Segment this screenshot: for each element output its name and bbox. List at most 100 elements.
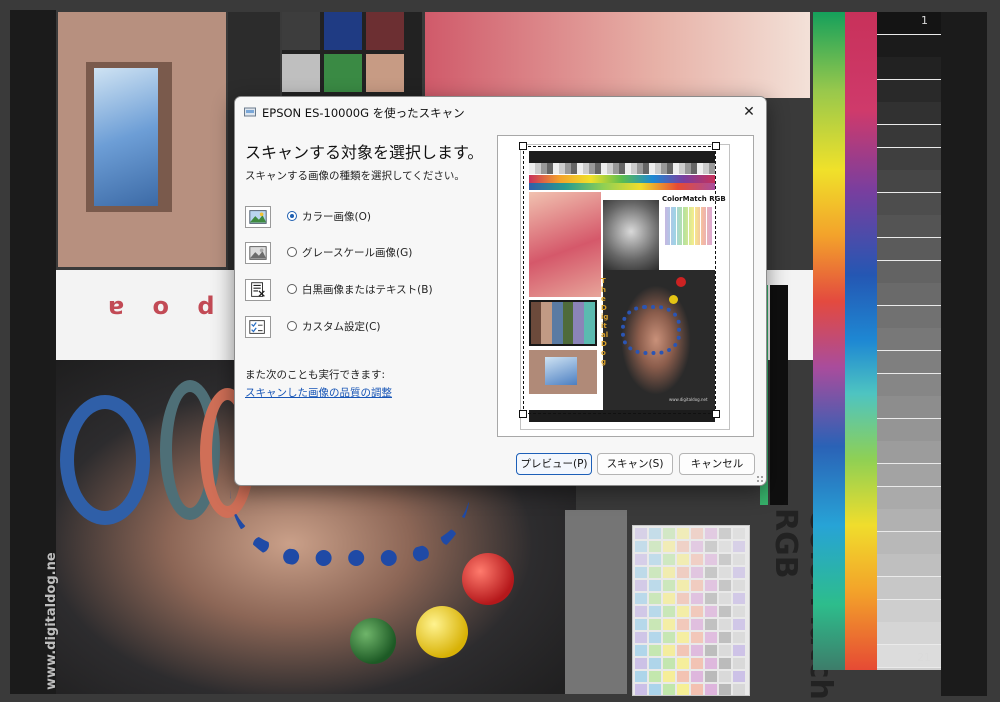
grid-cell xyxy=(733,554,745,565)
grid-cell xyxy=(649,606,661,617)
grid-cell xyxy=(663,580,675,591)
grid-cell xyxy=(719,541,731,552)
gray-ramp-cell xyxy=(877,12,941,35)
grid-cell xyxy=(719,528,731,539)
scan-button[interactable]: スキャン(S) xyxy=(597,453,673,475)
grid-cell xyxy=(663,541,675,552)
red-ball xyxy=(462,553,514,605)
grid-cell xyxy=(691,619,703,630)
grid-cell xyxy=(635,593,647,604)
grid-cell xyxy=(705,528,717,539)
grid-cell xyxy=(663,619,675,630)
grid-cell xyxy=(677,528,689,539)
grid-cell xyxy=(635,658,647,669)
color-radio[interactable] xyxy=(287,211,297,221)
grid-cell xyxy=(649,580,661,591)
option-grayscale[interactable]: グレースケール画像(G) xyxy=(245,242,465,268)
gray-ramp-cell xyxy=(877,396,941,420)
grayscale-photo-icon xyxy=(245,242,271,264)
color-grid-patch xyxy=(632,525,750,696)
grid-cell xyxy=(663,671,675,682)
grid-cell xyxy=(733,541,745,552)
gray-ramp-cell xyxy=(877,577,941,600)
grid-cell xyxy=(635,632,647,643)
preview-button[interactable]: プレビュー(P) xyxy=(516,453,592,475)
grid-cell xyxy=(677,645,689,656)
gray-ramp-cell xyxy=(877,147,941,171)
gray-ramp-cell xyxy=(877,305,941,329)
resize-grip[interactable] xyxy=(756,475,764,483)
grid-cell xyxy=(663,554,675,565)
gray-ramp-cell xyxy=(877,102,941,126)
grayscale-radio[interactable] xyxy=(287,247,297,257)
grid-cell xyxy=(635,580,647,591)
grid-cell xyxy=(663,606,675,617)
gray-ramp-cell xyxy=(877,79,941,103)
crop-handle-top-left[interactable] xyxy=(519,142,527,150)
grid-cell xyxy=(719,658,731,669)
grid-cell xyxy=(733,593,745,604)
gray-ramp-cell xyxy=(877,260,941,284)
grid-cell xyxy=(733,567,745,578)
gray-ramp-cell xyxy=(877,464,941,487)
grid-cell xyxy=(691,671,703,682)
grid-cell xyxy=(635,528,647,539)
custom-radio[interactable] xyxy=(287,321,297,331)
gray-ramp-cell xyxy=(877,192,941,216)
grid-cell xyxy=(719,645,731,656)
black-white-radio[interactable] xyxy=(287,284,297,294)
grid-cell xyxy=(649,671,661,682)
grid-cell xyxy=(719,619,731,630)
grid-cell xyxy=(663,658,675,669)
bangle xyxy=(60,395,150,525)
option-custom[interactable]: カスタム設定(C) xyxy=(245,316,465,342)
crop-selection[interactable] xyxy=(519,142,720,418)
option-black-white[interactable]: 白黒画像またはテキスト(B) xyxy=(245,279,465,305)
grid-cell xyxy=(733,632,745,643)
grid-cell xyxy=(677,671,689,682)
cancel-button[interactable]: キャンセル xyxy=(679,453,755,475)
title-bar: EPSON ES-10000G を使ったスキャン ✕ xyxy=(235,97,766,127)
dialog-instruction: スキャンする画像の種類を選択してください。 xyxy=(245,170,465,182)
grid-cell xyxy=(733,619,745,630)
color-photo-icon xyxy=(245,206,271,228)
black-white-text-icon xyxy=(245,279,271,301)
scan-dialog: EPSON ES-10000G を使ったスキャン ✕ スキャンする対象を選択しま… xyxy=(234,96,767,486)
grid-cell xyxy=(677,554,689,565)
crop-handle-bottom-right[interactable] xyxy=(712,410,720,418)
gray-ramp-cell xyxy=(877,238,941,261)
grid-cell xyxy=(677,684,689,695)
grid-cell xyxy=(705,645,717,656)
gray-ramp xyxy=(877,12,941,670)
grid-cell xyxy=(663,528,675,539)
black-white-option-label: 白黒画像またはテキスト(B) xyxy=(302,284,433,296)
grid-cell xyxy=(691,593,703,604)
custom-settings-icon xyxy=(245,316,271,338)
grid-cell xyxy=(649,541,661,552)
grid-cell xyxy=(677,541,689,552)
also-can-do-text: また次のことも実行できます: xyxy=(245,369,386,381)
grid-cell xyxy=(705,554,717,565)
grid-cell xyxy=(705,619,717,630)
close-button[interactable]: ✕ xyxy=(736,100,762,124)
gray-patch xyxy=(565,510,627,694)
grid-cell xyxy=(635,619,647,630)
crop-handle-top-right[interactable] xyxy=(712,142,720,150)
grid-cell xyxy=(635,671,647,682)
grid-cell xyxy=(677,658,689,669)
option-color[interactable]: カラー画像(O) xyxy=(245,206,465,232)
gray-ramp-cell xyxy=(877,283,941,307)
grid-cell xyxy=(719,580,731,591)
green-ball xyxy=(350,618,396,664)
gray-ramp-cell xyxy=(877,125,941,148)
adjust-quality-link[interactable]: スキャンした画像の品質の調整 xyxy=(245,385,392,400)
grid-cell xyxy=(635,684,647,695)
scan-preview-area: ColorMatch RGB The Digital Dog www.digit… xyxy=(497,135,754,437)
grid-cell xyxy=(733,528,745,539)
gray-ramp-cell xyxy=(877,373,941,397)
grid-cell xyxy=(649,619,661,630)
ramp-number: 1 xyxy=(921,14,928,27)
crop-handle-bottom-left[interactable] xyxy=(519,410,527,418)
gray-ramp-cell xyxy=(877,170,941,194)
grid-cell xyxy=(649,632,661,643)
